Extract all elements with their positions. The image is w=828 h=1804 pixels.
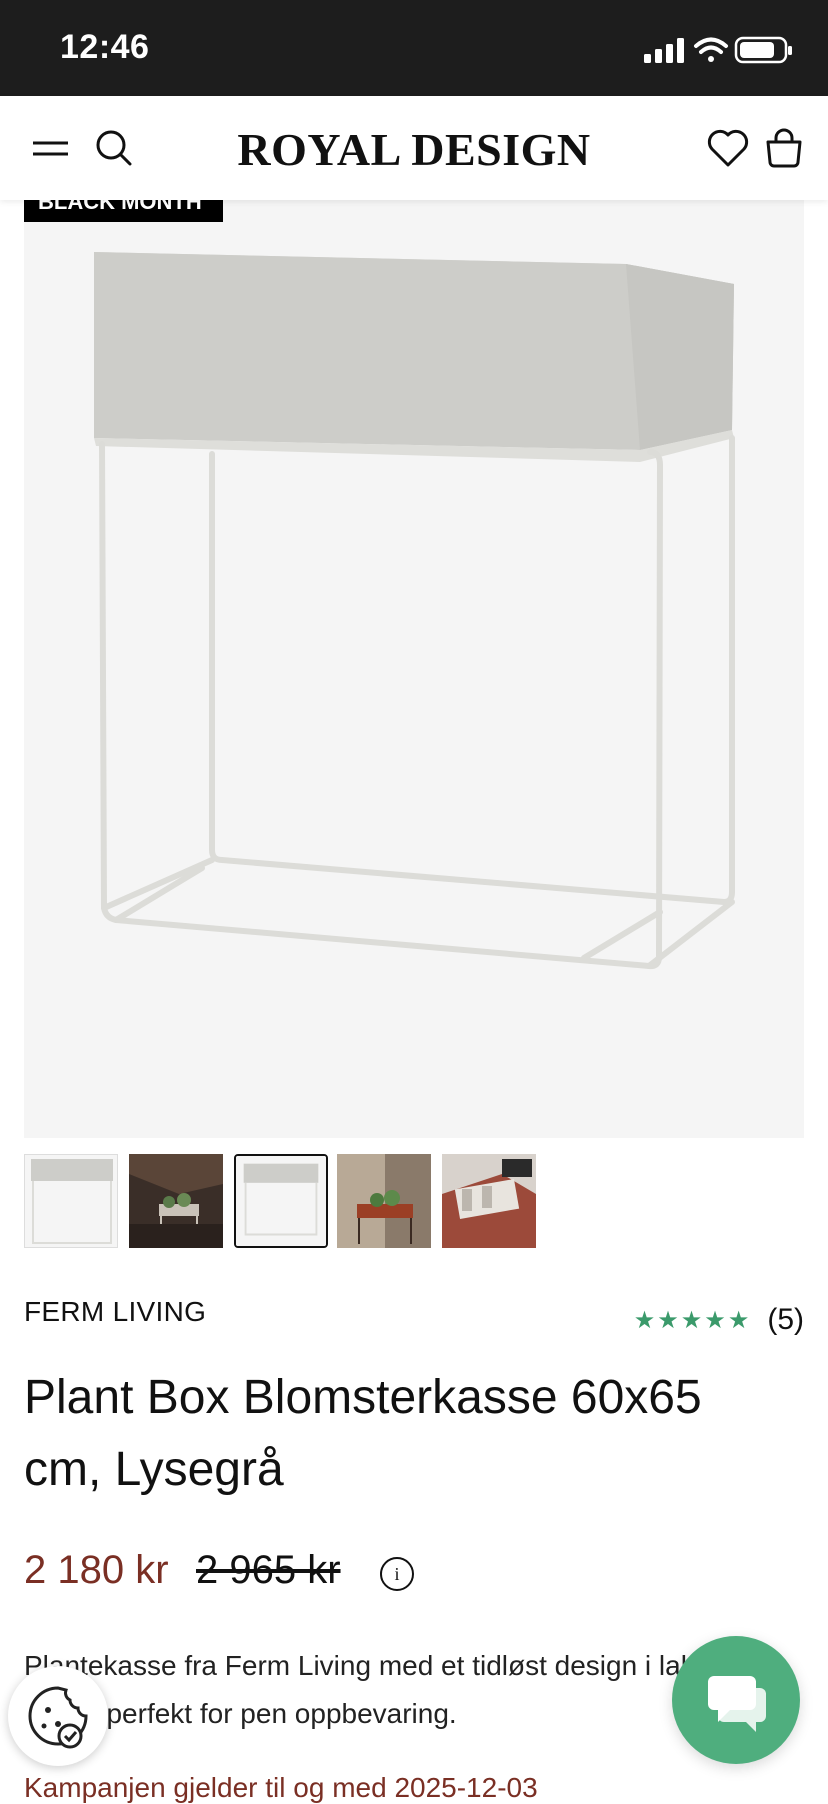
- thumbnail-4[interactable]: [337, 1154, 431, 1248]
- signal-icon: [644, 38, 684, 63]
- status-bar: 12:46: [0, 0, 828, 96]
- campaign-text: Kampanjen gjelder til og med 2025-12-03: [24, 1772, 538, 1803]
- plant-box-illustration: [94, 252, 735, 970]
- rating[interactable]: ★★★★★ (5): [634, 1303, 804, 1337]
- thumbnail-1[interactable]: [24, 1154, 118, 1248]
- chat-icon: [708, 1676, 766, 1732]
- cookie-icon: [28, 1686, 88, 1749]
- cookie-consent-button[interactable]: [8, 1666, 108, 1766]
- status-time: 12:46: [60, 28, 150, 66]
- product-main-image[interactable]: [24, 200, 804, 1138]
- info-icon[interactable]: i: [380, 1557, 414, 1591]
- site-logo[interactable]: ROYAL DESIGN: [0, 123, 828, 176]
- rating-count: (5): [767, 1303, 804, 1336]
- sale-price: 2 180 kr: [24, 1548, 169, 1592]
- rating-stars: ★★★★★: [633, 1306, 752, 1334]
- site-header: ROYAL DESIGN: [0, 96, 828, 200]
- thumbnail-5[interactable]: [442, 1154, 536, 1248]
- wifi-icon: [694, 37, 728, 62]
- heart-icon[interactable]: [706, 126, 750, 170]
- status-icons: [644, 34, 794, 68]
- bag-icon[interactable]: [762, 126, 806, 170]
- original-price: 2 965 kr: [196, 1548, 341, 1592]
- chat-button[interactable]: [672, 1636, 800, 1764]
- product-title: Plant Box Blomsterkasse 60x65 cm, Lysegr…: [24, 1371, 702, 1496]
- brand-link[interactable]: FERM LIVING: [24, 1296, 206, 1328]
- thumbnail-2[interactable]: [129, 1154, 223, 1248]
- battery-icon: [734, 36, 792, 64]
- thumbnail-3-selected[interactable]: [234, 1154, 328, 1248]
